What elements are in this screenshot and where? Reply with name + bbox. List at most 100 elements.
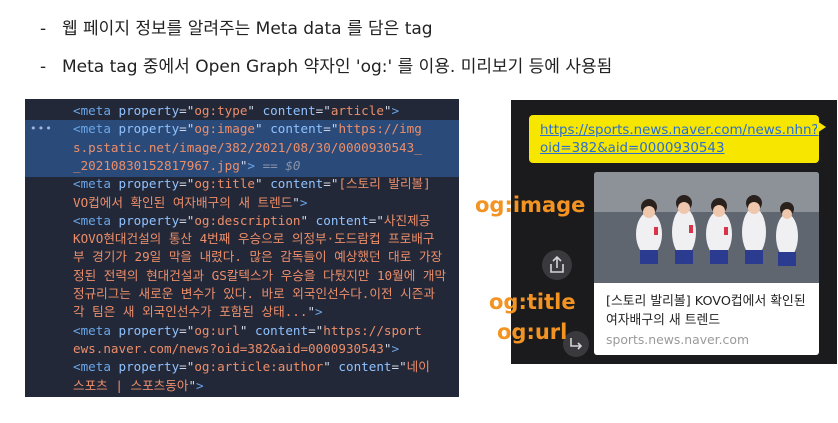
code-token: =" (179, 121, 195, 137)
og-url-label: og:url (497, 320, 568, 344)
bullet-og-description: - Meta tag 중에서 Open Graph 약자인 'og:' 를 이용.… (40, 52, 612, 77)
code-line[interactable]: <meta property="og:article:author" conte… (73, 358, 430, 376)
code-token: =" (179, 322, 195, 338)
code-token: > (391, 340, 400, 356)
code-line[interactable]: 정된 전력의 현대건설과 GS칼텍스가 우승을 다퉜지만 10월에 개막 (73, 267, 446, 285)
code-token: og:image (194, 121, 256, 137)
code-line[interactable]: 정규리그는 새로운 변수가 있다. 바로 외국인선수다.이전 시즌과 (73, 285, 435, 303)
code-token: s.pstatic.net/image/382/2021/08/30/00009… (73, 139, 422, 155)
share-icon-glyph (550, 255, 564, 273)
devtools-code-panel: ••• <meta property="og:type" content="ar… (25, 99, 459, 397)
code-token: content (262, 103, 316, 118)
code-token: <meta (73, 103, 119, 118)
code-token: " (255, 176, 271, 192)
code-token: content (315, 212, 369, 228)
code-token: content (270, 176, 324, 192)
code-token: article (330, 103, 384, 118)
code-token: > (315, 304, 323, 320)
code-token: =" (179, 212, 195, 228)
code-token: =" (179, 103, 195, 118)
code-token: " (383, 103, 392, 118)
code-token: og:type (194, 103, 248, 118)
og-image-label: og:image (475, 193, 586, 217)
code-token: =" (315, 103, 331, 118)
bullet-text: Meta tag 중에서 Open Graph 약자인 'og:' 를 이용. … (62, 57, 613, 77)
preview-image (594, 172, 819, 283)
more-options-icon[interactable]: ••• (30, 122, 53, 135)
code-line[interactable]: KOVO현대건설의 통산 4번째 우승으로 의정부·도드람컵 프로배구 (73, 230, 434, 248)
code-token: " (300, 212, 316, 228)
code-line[interactable]: <meta property="og:url" content="https:/… (73, 322, 422, 340)
link-preview-card[interactable]: [스토리 발리볼] KOVO컵에서 확인된 여자배구의 새 트렌드 sports… (594, 172, 819, 355)
code-token: VO컵에서 확인된 여자배구의 새 트렌드 (73, 194, 293, 210)
code-token: " (323, 359, 339, 375)
code-token: content (338, 359, 392, 375)
code-token: > (299, 194, 308, 210)
code-line[interactable]: s.pstatic.net/image/382/2021/08/30/00009… (73, 139, 422, 157)
code-token: <meta (73, 212, 119, 228)
code-line[interactable]: ews.naver.com/news?oid=382&aid=000093054… (73, 340, 399, 358)
code-token: property (118, 176, 180, 192)
code-line[interactable]: 스포츠 | 스포츠동아"> (73, 377, 204, 395)
code-token: =" (323, 121, 339, 137)
code-token: =" (179, 176, 195, 192)
code-line[interactable]: <meta property="og:title" content="[스토리 … (73, 175, 431, 193)
code-token: 사진제공 (383, 212, 431, 228)
code-token: =" (391, 359, 407, 375)
code-line[interactable]: _20210830152817967.jpg"> == $0 (73, 157, 301, 175)
code-token: <meta (73, 359, 119, 375)
code-token: " (255, 121, 271, 137)
code-token: og:description (194, 212, 301, 228)
code-token: > (247, 157, 255, 173)
code-token: 정된 전력의 현대건설과 GS칼텍스가 우승을 다퉜지만 10월에 개막 (73, 267, 447, 283)
volleyball-team-photo (594, 172, 819, 283)
link-message-bubble[interactable]: https://sports.news.naver.com/news.nhn? … (529, 115, 826, 163)
share-icon[interactable] (542, 250, 572, 280)
code-line[interactable]: <meta property="og:type" content="articl… (73, 102, 399, 120)
code-token: <meta (73, 121, 119, 137)
code-token: https://sport (323, 322, 422, 338)
code-token: content (255, 322, 309, 338)
code-token: " (239, 322, 256, 338)
code-token: 부 경기가 29일 막을 내렸다. 많은 감독들이 예상했던 대로 가장 (73, 249, 443, 265)
code-token: > (196, 377, 204, 393)
bullet-text: 웹 페이지 정보를 알려주는 Meta data 를 담은 tag (62, 19, 433, 39)
code-token: =" (179, 359, 195, 375)
link-line-1[interactable]: https://sports.news.naver.com/news.nhn? (540, 123, 819, 138)
link-line-2[interactable]: oid=382&aid=0000930543 (540, 141, 724, 156)
code-token: =" (308, 322, 324, 338)
code-token: property (118, 212, 180, 228)
code-token: =" (323, 176, 339, 192)
code-token: property (118, 103, 180, 118)
code-token: og:url (194, 322, 240, 338)
code-line[interactable]: 부 경기가 29일 막을 내렸다. 많은 감독들이 예상했던 대로 가장 (73, 248, 442, 266)
code-token: 네이 (406, 359, 430, 375)
code-token: property (118, 121, 180, 137)
bullet-meta-description: -웹 페이지 정보를 알려주는 Meta data 를 담은 tag (40, 14, 433, 39)
code-token: _20210830152817967.jpg (73, 157, 240, 173)
code-token: 스포츠 | 스포츠동아 (73, 377, 189, 393)
code-token: == $0 (255, 157, 301, 173)
code-token: content (270, 121, 324, 137)
code-line[interactable]: 각 팀은 새 외국인선수가 포함된 상태..."> (73, 303, 323, 321)
og-title-label: og:title (489, 290, 576, 314)
shared-link[interactable]: https://sports.news.naver.com/news.nhn? … (540, 122, 819, 158)
code-line[interactable]: <meta property="og:image" content="https… (73, 120, 422, 138)
code-token: 정규리그는 새로운 변수가 있다. 바로 외국인선수다.이전 시즌과 (73, 286, 435, 301)
code-token: property (118, 359, 180, 375)
code-line[interactable]: VO컵에서 확인된 여자배구의 새 트렌드"> (73, 194, 307, 212)
code-token: " (307, 304, 316, 320)
code-token: ews.naver.com/news?oid=382&aid=000093054… (73, 340, 384, 356)
preview-domain: sports.news.naver.com (606, 332, 750, 347)
code-token: 각 팀은 새 외국인선수가 포함된 상태... (73, 304, 308, 320)
bullet-dash: - (40, 19, 47, 39)
code-token: <meta (73, 176, 119, 192)
code-token: og:title (194, 176, 256, 192)
code-token: > (391, 103, 400, 118)
preview-title[interactable]: [스토리 발리볼] KOVO컵에서 확인된 여자배구의 새 트렌드 (606, 292, 811, 330)
bullet-dash: - (40, 57, 47, 77)
code-token: " (292, 194, 300, 210)
code-line[interactable]: <meta property="og:description" content=… (73, 212, 430, 230)
code-token: [스토리 발리볼] (338, 176, 431, 192)
code-token: " (188, 377, 197, 393)
